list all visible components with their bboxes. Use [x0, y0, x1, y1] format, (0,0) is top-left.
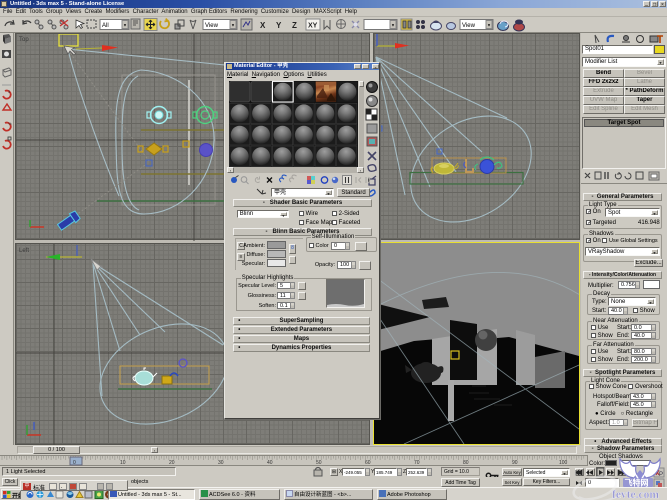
svg-text:Top: Top — [19, 37, 29, 43]
svg-text:X: X — [260, 21, 266, 30]
svg-text:▼: ▼ — [391, 23, 395, 28]
svg-text:▼: ▼ — [231, 23, 235, 28]
svg-text:All: All — [102, 23, 109, 29]
svg-text:▼: ▼ — [123, 23, 127, 28]
svg-text:View: View — [462, 23, 476, 29]
svg-text:Left: Left — [19, 248, 29, 254]
svg-text:fevte.com: fevte.com — [612, 489, 659, 500]
svg-text:Y: Y — [276, 21, 282, 30]
svg-text:飞特网: 飞特网 — [625, 478, 649, 488]
svg-text:XY: XY — [308, 23, 318, 30]
svg-text:Z: Z — [292, 21, 297, 30]
svg-text:View: View — [205, 23, 219, 29]
svg-text:%: % — [8, 121, 12, 126]
svg-text:▼: ▼ — [487, 23, 491, 28]
